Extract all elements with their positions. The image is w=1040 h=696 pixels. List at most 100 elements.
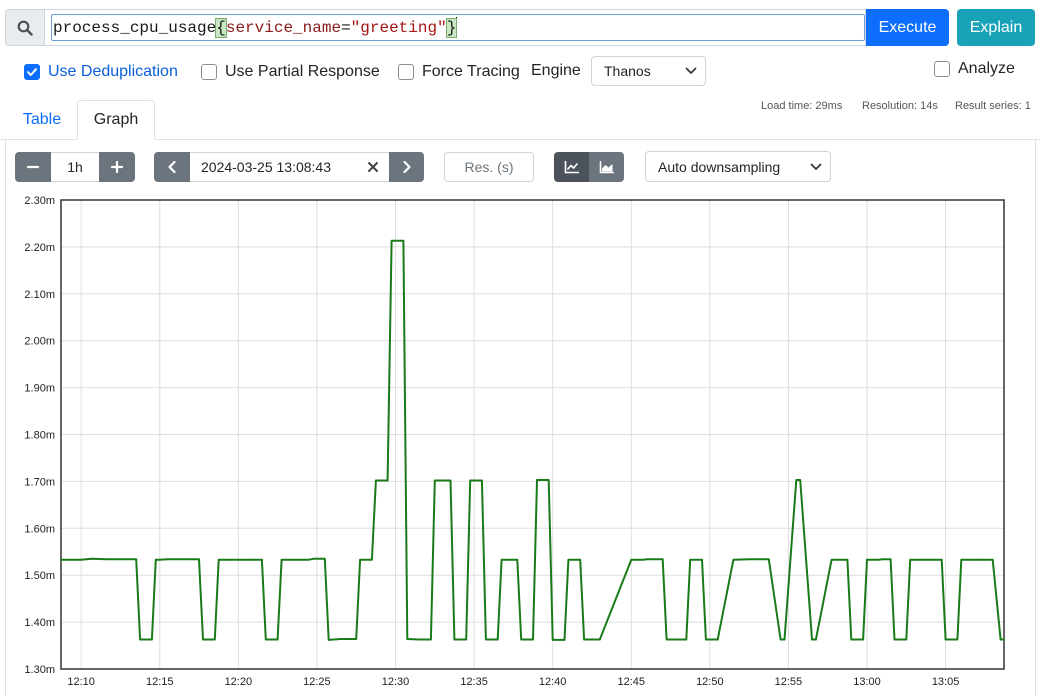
data-point	[905, 638, 908, 641]
time-forward-button[interactable]	[389, 152, 424, 182]
tab-graph[interactable]: Graph	[77, 100, 155, 140]
data-point	[960, 558, 963, 561]
tab-table[interactable]: Table	[11, 100, 73, 140]
data-point	[850, 638, 853, 641]
analyze-option[interactable]: Analyze	[934, 58, 1015, 80]
series-line	[61, 239, 1004, 641]
downsampling-select[interactable]: Auto downsampling	[645, 151, 831, 182]
data-point	[151, 638, 153, 641]
x-tick-label: 12:30	[382, 676, 410, 688]
data-point	[115, 558, 118, 561]
clear-time-icon[interactable]	[367, 161, 379, 173]
data-point	[799, 479, 802, 481]
use-partial-response-label: Use Partial Response	[225, 63, 380, 80]
data-point	[217, 558, 220, 561]
chevron-down-icon	[685, 67, 697, 74]
analyze-checkbox[interactable]	[934, 61, 950, 77]
data-point	[705, 638, 707, 641]
data-point	[312, 557, 314, 560]
resolution-stat: Resolution: 14s	[862, 100, 938, 112]
use-partial-response-option[interactable]: Use Partial Response	[201, 61, 380, 83]
use-partial-response-checkbox[interactable]	[201, 64, 217, 80]
data-point	[433, 479, 436, 482]
data-point	[465, 638, 468, 641]
data-point	[276, 638, 279, 641]
data-point	[449, 479, 452, 482]
data-point	[253, 558, 255, 561]
unstacked-mode-button[interactable]	[554, 152, 589, 182]
data-point	[158, 558, 161, 561]
data-point	[371, 558, 373, 561]
plus-icon	[110, 160, 124, 174]
data-point	[929, 558, 931, 561]
use-deduplication-option[interactable]: Use Deduplication	[24, 61, 178, 83]
minus-icon	[26, 165, 40, 169]
line-chart-icon	[564, 161, 579, 174]
data-point	[323, 557, 326, 560]
y-tick-label: 1.70m	[24, 476, 55, 488]
data-point	[646, 558, 648, 561]
force-tracing-option[interactable]: Force Tracing	[398, 61, 520, 83]
data-point	[583, 638, 585, 641]
data-point	[630, 558, 633, 561]
explain-button[interactable]: Explain	[957, 9, 1035, 46]
data-point	[834, 558, 837, 561]
data-point	[80, 558, 82, 561]
data-point	[516, 558, 519, 561]
end-time-value: 2024-03-25 13:08:43	[201, 159, 331, 175]
x-tick-label: 12:40	[539, 676, 567, 688]
data-point	[418, 638, 420, 641]
range-input[interactable]: 1h	[51, 152, 99, 182]
data-point	[182, 558, 185, 561]
data-point	[406, 638, 409, 640]
range-decrease-button[interactable]	[15, 152, 51, 182]
data-point	[783, 638, 786, 641]
data-point	[60, 558, 62, 561]
data-point	[280, 558, 283, 561]
x-tick-label: 13:00	[853, 676, 881, 688]
search-icon[interactable]	[5, 9, 45, 46]
cpu-usage-chart[interactable]: 2.30m 2.20m 2.10m 2.00m 1.90m 1.80m 1.70m 1.60m…	[0, 190, 1040, 696]
stacked-mode-button[interactable]	[589, 152, 624, 182]
data-point	[221, 558, 224, 561]
data-point	[469, 479, 471, 482]
data-point	[567, 558, 570, 561]
data-point	[862, 638, 864, 641]
data-point	[972, 558, 974, 561]
data-point	[815, 638, 817, 641]
x-tick-label: 12:50	[696, 676, 724, 688]
data-point	[925, 558, 927, 561]
chevron-right-icon	[402, 160, 411, 174]
execute-button[interactable]: Execute	[866, 9, 949, 46]
y-tick-label: 2.00m	[24, 336, 55, 348]
data-point	[284, 558, 287, 561]
x-tick-label: 12:10	[67, 676, 95, 688]
resolution-input[interactable]: Res. (s)	[444, 152, 534, 182]
data-point	[375, 479, 377, 482]
data-point	[944, 638, 947, 641]
data-point	[485, 638, 487, 641]
data-point	[881, 558, 884, 561]
data-point	[453, 638, 456, 641]
data-point	[779, 638, 782, 641]
text-cursor	[456, 17, 458, 35]
data-point	[795, 479, 798, 481]
data-point	[135, 558, 137, 561]
use-deduplication-checkbox[interactable]	[24, 64, 40, 80]
chevron-down-icon	[810, 163, 822, 170]
data-point	[547, 479, 550, 481]
time-back-button[interactable]	[154, 152, 190, 182]
data-point	[661, 558, 664, 561]
data-point	[355, 638, 358, 640]
force-tracing-checkbox[interactable]	[398, 64, 414, 80]
query-input[interactable]: process_cpu_usage{service_name="greeting…	[45, 9, 866, 46]
data-point	[1003, 638, 1005, 641]
force-tracing-label: Force Tracing	[422, 63, 520, 80]
load-time-stat: Load time: 29ms	[761, 100, 843, 112]
data-point	[701, 558, 703, 561]
checkmark-icon	[27, 68, 37, 76]
engine-select[interactable]: Thanos	[591, 56, 706, 86]
data-point	[198, 558, 200, 561]
range-increase-button[interactable]	[99, 152, 135, 182]
end-time-input[interactable]: 2024-03-25 13:08:43	[190, 152, 389, 182]
